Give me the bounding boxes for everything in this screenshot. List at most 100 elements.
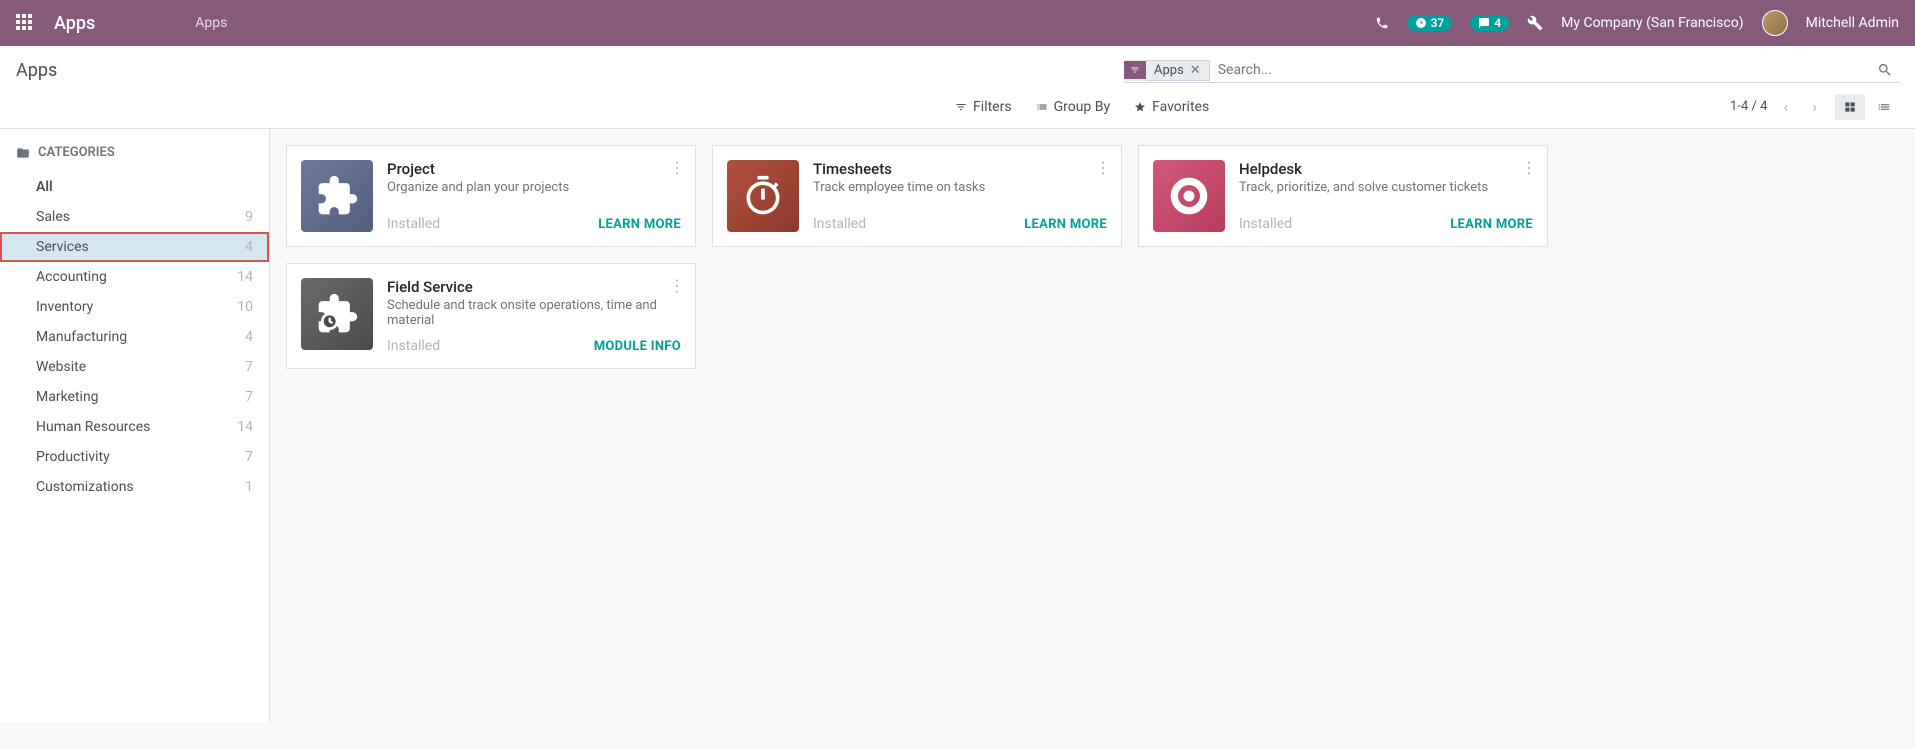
sidebar-item-accounting[interactable]: Accounting 14: [0, 262, 269, 292]
toolbar-right: 1-4 / 4 ‹ ›: [1730, 93, 1899, 120]
chip-close-icon[interactable]: ✕: [1190, 63, 1201, 78]
sidebar-item-count: 9: [245, 209, 253, 225]
phone-icon[interactable]: [1375, 16, 1389, 30]
sidebar-item-count: 4: [245, 329, 253, 345]
categories-header: CATEGORIES: [0, 145, 269, 172]
sidebar-item-label: Services: [36, 239, 89, 255]
puzzle-icon: [301, 160, 373, 232]
filters-label: Filters: [973, 99, 1012, 115]
stopwatch-icon: [727, 160, 799, 232]
search-area: Apps ✕: [1124, 58, 1899, 83]
app-card-field-service[interactable]: ⋮ Field Service Schedule and track onsit…: [286, 263, 696, 369]
app-card-timesheets[interactable]: ⋮ Timesheets Track employee time on task…: [712, 145, 1122, 247]
card-body: Timesheets Track employee time on tasks …: [813, 160, 1107, 232]
sidebar-item-count: 10: [237, 299, 253, 315]
card-footer: Installed MODULE INFO: [387, 328, 681, 354]
topbar-left: Apps Apps: [16, 13, 227, 34]
pager-text: 1-4 / 4: [1730, 99, 1767, 114]
control-row-2: Filters Group By Favorites 1-4 / 4 ‹ ›: [16, 93, 1899, 120]
sidebar-item-services[interactable]: Services 4: [0, 232, 269, 262]
sidebar-item-count: 7: [245, 359, 253, 375]
page-title: Apps: [16, 60, 57, 81]
sidebar-item-label: All: [36, 179, 53, 195]
card-status: Installed: [1239, 216, 1292, 232]
search-chip-label: Apps: [1154, 63, 1184, 78]
sidebar: CATEGORIES All Sales 9 Services 4 Accoun…: [0, 129, 270, 722]
list-view-icon[interactable]: [1869, 94, 1899, 120]
breadcrumb[interactable]: Apps: [195, 15, 227, 31]
card-desc: Schedule and track onsite operations, ti…: [387, 298, 681, 328]
favorites-button[interactable]: Favorites: [1134, 99, 1209, 115]
sidebar-item-website[interactable]: Website 7: [0, 352, 269, 382]
app-card-project[interactable]: ⋮ Project Organize and plan your project…: [286, 145, 696, 247]
card-desc: Track, prioritize, and solve customer ti…: [1239, 180, 1533, 195]
card-desc: Organize and plan your projects: [387, 180, 681, 195]
sidebar-item-manufacturing[interactable]: Manufacturing 4: [0, 322, 269, 352]
folder-icon: [16, 146, 30, 160]
sidebar-item-label: Inventory: [36, 299, 93, 315]
card-footer: Installed LEARN MORE: [387, 206, 681, 232]
sidebar-item-label: Sales: [36, 209, 70, 225]
card-body: Field Service Schedule and track onsite …: [387, 278, 681, 354]
categories-title: CATEGORIES: [38, 145, 115, 160]
app-card-helpdesk[interactable]: ⋮ Helpdesk Track, prioritize, and solve …: [1138, 145, 1548, 247]
pager: 1-4 / 4 ‹ ›: [1730, 93, 1825, 120]
card-desc: Track employee time on tasks: [813, 180, 1107, 195]
groupby-label: Group By: [1054, 99, 1111, 115]
sidebar-item-count: 14: [237, 419, 253, 435]
sidebar-item-count: 4: [245, 239, 253, 255]
module-info-button[interactable]: MODULE INFO: [594, 339, 681, 354]
activities-count: 37: [1431, 16, 1445, 30]
card-body: Project Organize and plan your projects …: [387, 160, 681, 232]
view-switcher: [1835, 94, 1899, 120]
card-menu-icon[interactable]: ⋮: [669, 276, 685, 295]
topbar-right: 37 4 My Company (San Francisco) Mitchell…: [1375, 10, 1899, 36]
card-status: Installed: [387, 216, 440, 232]
sidebar-item-all[interactable]: All: [0, 172, 269, 202]
search-input[interactable]: [1210, 58, 1871, 82]
favorites-label: Favorites: [1152, 99, 1209, 115]
activities-badge[interactable]: 37: [1407, 15, 1453, 31]
sidebar-item-count: 14: [237, 269, 253, 285]
topbar: Apps Apps 37 4 My Company (San Francisco…: [0, 0, 1915, 46]
learn-more-button[interactable]: LEARN MORE: [1450, 217, 1533, 232]
lifering-icon: [1153, 160, 1225, 232]
card-status: Installed: [387, 338, 440, 354]
card-status: Installed: [813, 216, 866, 232]
sidebar-item-label: Manufacturing: [36, 329, 127, 345]
sidebar-item-label: Productivity: [36, 449, 110, 465]
sidebar-item-marketing[interactable]: Marketing 7: [0, 382, 269, 412]
learn-more-button[interactable]: LEARN MORE: [1024, 217, 1107, 232]
pager-prev-icon[interactable]: ‹: [1775, 93, 1796, 120]
avatar[interactable]: [1762, 10, 1788, 36]
sidebar-item-customizations[interactable]: Customizations 1: [0, 472, 269, 502]
pager-next-icon[interactable]: ›: [1804, 93, 1825, 120]
groupby-button[interactable]: Group By: [1036, 99, 1111, 115]
sidebar-item-hr[interactable]: Human Resources 14: [0, 412, 269, 442]
sidebar-item-inventory[interactable]: Inventory 10: [0, 292, 269, 322]
card-title: Project: [387, 160, 681, 178]
company-selector[interactable]: My Company (San Francisco): [1561, 15, 1743, 31]
sidebar-item-productivity[interactable]: Productivity 7: [0, 442, 269, 472]
user-menu[interactable]: Mitchell Admin: [1806, 15, 1899, 31]
card-menu-icon[interactable]: ⋮: [1095, 158, 1111, 177]
content: ⋮ Project Organize and plan your project…: [270, 129, 1915, 722]
kanban-cards: ⋮ Project Organize and plan your project…: [286, 145, 1899, 369]
apps-grid-icon[interactable]: [16, 14, 34, 32]
card-body: Helpdesk Track, prioritize, and solve cu…: [1239, 160, 1533, 232]
messages-count: 4: [1494, 16, 1501, 30]
card-menu-icon[interactable]: ⋮: [1521, 158, 1537, 177]
search-chip: Apps ✕: [1124, 60, 1210, 81]
card-title: Timesheets: [813, 160, 1107, 178]
sidebar-item-sales[interactable]: Sales 9: [0, 202, 269, 232]
filters-button[interactable]: Filters: [955, 99, 1012, 115]
card-title: Field Service: [387, 278, 681, 296]
card-footer: Installed LEARN MORE: [1239, 206, 1533, 232]
card-menu-icon[interactable]: ⋮: [669, 158, 685, 177]
messages-badge[interactable]: 4: [1470, 15, 1509, 31]
kanban-view-icon[interactable]: [1835, 94, 1865, 120]
learn-more-button[interactable]: LEARN MORE: [598, 217, 681, 232]
sidebar-item-label: Customizations: [36, 479, 134, 495]
search-icon[interactable]: [1871, 62, 1899, 78]
tools-icon[interactable]: [1527, 15, 1543, 31]
